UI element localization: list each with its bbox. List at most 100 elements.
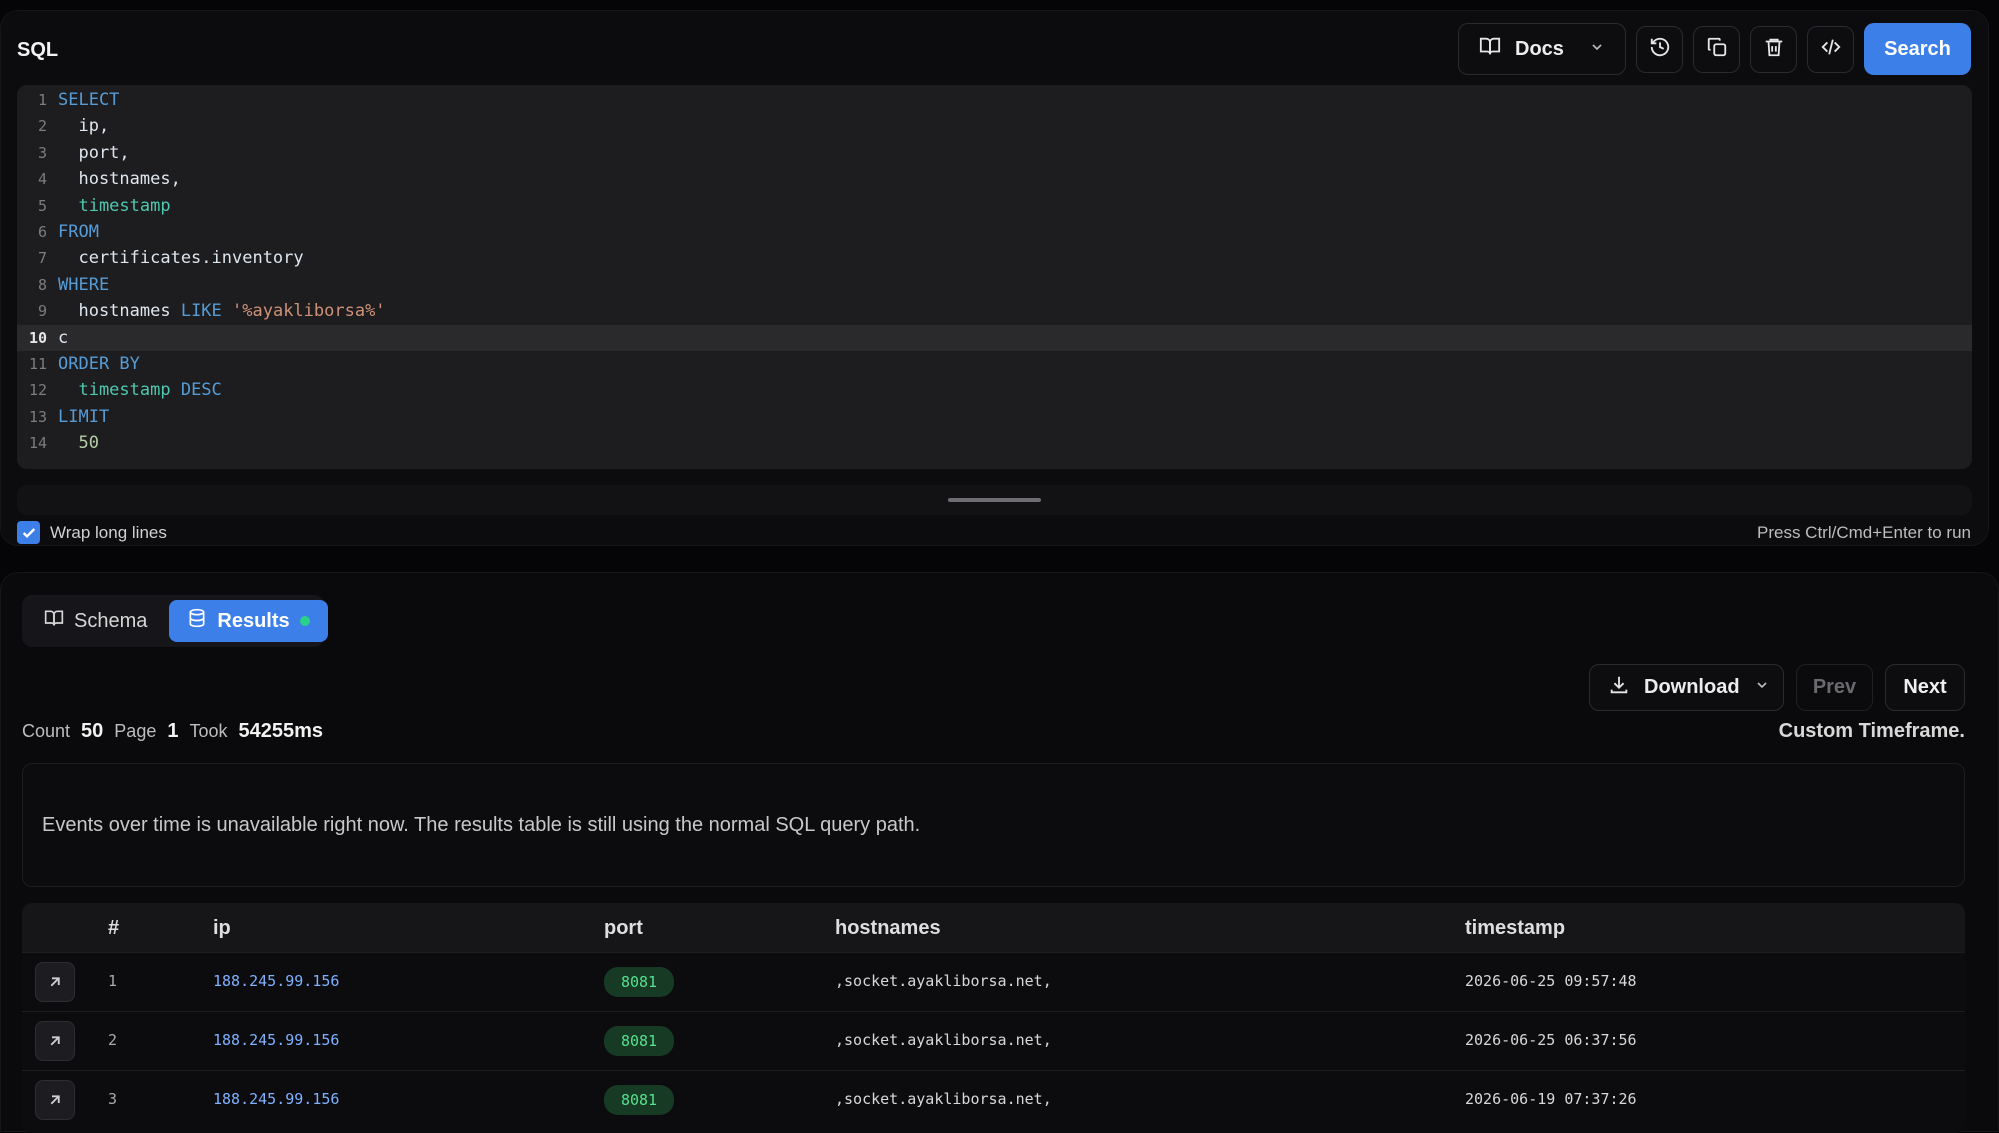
row-ip[interactable]: 188.245.99.156 — [213, 972, 339, 990]
prev-page-button[interactable]: Prev — [1796, 664, 1873, 711]
count-value: 50 — [81, 720, 104, 742]
download-dropdown-button[interactable]: Download — [1589, 664, 1784, 711]
line-number: 6 — [37, 222, 47, 241]
port-badge: 8081 — [604, 1026, 674, 1056]
download-icon — [1608, 674, 1630, 702]
code-token: port, — [58, 142, 130, 163]
code-text: timestamp DESC — [58, 377, 222, 403]
arrow-up-right-icon — [50, 1036, 60, 1046]
open-row-button[interactable] — [35, 962, 75, 1002]
code-token: timestamp — [58, 380, 181, 401]
editor-line[interactable]: 7 certificates.inventory — [17, 245, 1972, 271]
count-label: Count — [22, 721, 71, 741]
events-notice: Events over time is unavailable right no… — [22, 763, 1965, 887]
code-text: FROM — [58, 219, 99, 245]
editor-line[interactable]: 2 ip, — [17, 113, 1972, 139]
editor-line[interactable]: 1 SELECT — [17, 87, 1972, 113]
search-button[interactable]: Search — [1864, 23, 1971, 75]
editor-line[interactable]: 11 ORDER BY — [17, 351, 1972, 377]
row-ip[interactable]: 188.245.99.156 — [213, 1090, 339, 1108]
tab-results[interactable]: Results — [169, 600, 328, 642]
code-text: 50 — [58, 430, 99, 456]
line-number: 2 — [37, 117, 47, 136]
code-text: certificates.inventory — [58, 245, 303, 271]
code-token: ORDER BY — [58, 353, 140, 374]
check-icon — [22, 527, 35, 538]
line-number: 1 — [37, 91, 47, 109]
open-row-button[interactable] — [35, 1021, 75, 1061]
page-label: Page — [114, 721, 157, 741]
code-token: 50 — [58, 433, 99, 454]
arrow-up-right-icon — [50, 1095, 60, 1105]
row-ip[interactable]: 188.245.99.156 — [213, 1031, 339, 1049]
code-token: ip, — [58, 116, 110, 137]
code-text: SELECT — [58, 87, 119, 113]
code-text: c — [58, 325, 68, 351]
view-tabs: Schema Results — [22, 595, 328, 647]
code-text: ORDER BY — [58, 351, 140, 377]
table-row[interactable]: 1 188.245.99.156 8081 ,socket.ayaklibors… — [22, 952, 1965, 1011]
editor-line[interactable]: 12 timestamp DESC — [17, 377, 1972, 403]
row-index: 3 — [108, 1090, 118, 1108]
code-text: hostnames LIKE '%ayakliborsa%' — [58, 298, 385, 324]
code-token: DESC — [180, 380, 222, 401]
sql-title: SQL — [17, 39, 59, 61]
wrap-long-lines-option[interactable]: Wrap long lines — [17, 521, 167, 544]
docs-dropdown-button[interactable]: Docs — [1458, 23, 1626, 75]
line-number: 5 — [37, 196, 47, 215]
line-number: 14 — [28, 434, 47, 453]
code-token: LIKE — [180, 301, 233, 322]
col-header-hostnames: hostnames — [835, 917, 941, 939]
history-button[interactable] — [1636, 25, 1683, 73]
copy-icon — [1706, 36, 1728, 63]
took-label: Took — [189, 721, 228, 741]
editor-line[interactable]: 3 port, — [17, 140, 1972, 166]
resize-handle[interactable] — [948, 498, 1041, 502]
line-number: 11 — [28, 354, 47, 373]
history-icon — [1649, 36, 1671, 63]
book-icon — [1479, 35, 1501, 63]
sql-toolbar: Docs Search — [1458, 23, 1971, 75]
clear-button[interactable] — [1750, 25, 1797, 73]
tab-results-label: Results — [217, 609, 290, 632]
table-row[interactable]: 2 188.245.99.156 8081 ,socket.ayaklibors… — [22, 1011, 1965, 1070]
line-number: 9 — [37, 302, 47, 321]
took-value: 54255ms — [238, 720, 324, 742]
copy-button[interactable] — [1693, 25, 1740, 73]
col-header-port: port — [604, 917, 643, 939]
code-token: timestamp — [58, 195, 171, 216]
editor-line[interactable]: 13 LIMIT — [17, 404, 1972, 430]
editor-line[interactable]: 14 50 — [17, 430, 1972, 456]
table-row[interactable]: 3 188.245.99.156 8081 ,socket.ayaklibors… — [22, 1070, 1965, 1129]
row-timestamp: 2026-06-25 06:37:56 — [1465, 1031, 1637, 1049]
editor-line[interactable]: 6 FROM — [17, 219, 1972, 245]
editor-line[interactable]: 8 WHERE — [17, 272, 1972, 298]
line-number: 8 — [37, 275, 47, 294]
next-page-button[interactable]: Next — [1885, 664, 1965, 711]
editor-line[interactable]: 10 c — [17, 324, 1972, 351]
docs-label: Docs — [1515, 37, 1564, 60]
tab-schema[interactable]: Schema — [26, 600, 165, 642]
editor-resize-bar[interactable] — [17, 485, 1972, 515]
sql-editor[interactable]: 1 SELECT 2 ip, 3 port, 4 hostnames, 5 timesta… — [17, 85, 1972, 469]
status-dot — [299, 616, 310, 626]
code-text: WHERE — [58, 272, 109, 298]
timeframe-label[interactable]: Custom Timeframe. — [1779, 720, 1965, 743]
code-token: FROM — [58, 221, 99, 242]
editor-line[interactable]: 4 hostnames, — [17, 166, 1972, 192]
row-index: 1 — [108, 972, 118, 990]
code-text: LIMIT — [58, 404, 109, 430]
format-code-button[interactable] — [1807, 25, 1854, 73]
notice-text: Events over time is unavailable right no… — [42, 814, 921, 836]
editor-line[interactable]: 5 timestamp — [17, 193, 1972, 219]
code-text: ip, — [58, 113, 109, 139]
page-value: 1 — [167, 720, 179, 742]
editor-line[interactable]: 9 hostnames LIKE '%ayakliborsa%' — [17, 298, 1972, 324]
open-row-button[interactable] — [35, 1080, 75, 1120]
book-icon — [44, 608, 64, 634]
row-hostnames: ,socket.ayakliborsa.net, — [835, 972, 1052, 990]
chevron-down-icon — [1754, 676, 1770, 699]
run-hint: Press Ctrl/Cmd+Enter to run — [1757, 523, 1971, 542]
code-text: port, — [58, 140, 130, 166]
wrap-checkbox[interactable] — [17, 521, 40, 544]
